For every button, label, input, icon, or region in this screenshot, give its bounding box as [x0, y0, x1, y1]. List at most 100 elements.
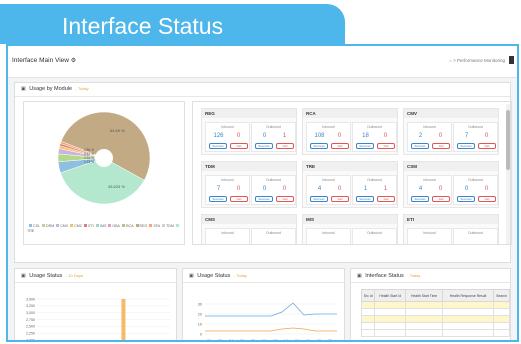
legend-item[interactable]: OBA — [106, 224, 120, 228]
success-button[interactable]: Success — [411, 143, 429, 149]
success-button[interactable]: Success — [310, 196, 328, 202]
module-card-tdm: TDM Inbound 7 0 Success Fail Outbound 0 0 Success… — [201, 161, 297, 208]
success-button[interactable]: Success — [356, 143, 374, 149]
legend-item[interactable]: IMS — [94, 224, 106, 228]
success-button[interactable]: Success — [255, 143, 273, 149]
outbound-label: Outbound — [367, 178, 382, 182]
module-card-cms: CMS Inbound Outbound — [201, 214, 297, 244]
legend-item[interactable]: CMC — [68, 224, 82, 228]
legend-item[interactable]: ETI — [82, 224, 94, 228]
fail-button[interactable]: Fail — [478, 143, 496, 149]
success-button[interactable]: Success — [356, 196, 374, 202]
column-header[interactable]: Src Id — [360, 289, 376, 302]
legend-swatch — [162, 224, 166, 227]
x-tick-label: 04 — [229, 339, 233, 342]
outbound-fail-count: 1 — [282, 133, 287, 139]
legend-swatch — [56, 224, 60, 227]
fail-button[interactable]: Fail — [276, 143, 294, 149]
legend-item[interactable]: REG — [134, 224, 147, 228]
gear-icon[interactable]: ⚙ — [71, 58, 76, 64]
x-tick-label: 02 — [218, 339, 222, 342]
legend-item[interactable]: RCA — [120, 224, 134, 228]
panel-icon: ▣ — [357, 273, 362, 279]
success-button[interactable]: Success — [209, 143, 227, 149]
module-card-rca: RCA Inbound 108 0 Success Fail Outbound 18 0 Succ… — [302, 108, 398, 155]
module-name: IMS — [303, 215, 397, 224]
legend-item[interactable]: DRM — [40, 224, 54, 228]
inbound-box: Inbound — [306, 228, 351, 244]
divider — [351, 282, 510, 283]
inbound-label: Inbound — [221, 178, 234, 182]
x-tick-label: 14 — [284, 339, 288, 342]
document-icon[interactable] — [509, 56, 514, 64]
fail-button[interactable]: Fail — [230, 196, 248, 202]
column-header[interactable]: Health Start Time — [405, 289, 444, 302]
column-header[interactable]: Health Response Result — [442, 289, 495, 302]
usage-10-days-bar-chart: 3,5003,2503,0002,7502,5002,2502,0001,750 — [26, 297, 170, 340]
y-tick-label: 20 — [198, 312, 202, 316]
dashboard-window: Interface Main View ⚙ ⌂ > Performance Mo… — [6, 44, 519, 342]
fail-button[interactable]: Fail — [432, 196, 450, 202]
legend-swatch — [135, 224, 139, 227]
fail-button[interactable]: Fail — [377, 196, 395, 202]
column-header[interactable]: Search — [493, 289, 510, 302]
legend-swatch — [95, 224, 99, 227]
legend-swatch — [108, 224, 112, 227]
module-card-reg: REG Inbound 126 0 Success Fail Outbound 0 1 Succe… — [201, 108, 297, 155]
fail-button[interactable]: Fail — [331, 143, 349, 149]
legend-swatch — [149, 224, 153, 227]
table-row[interactable] — [360, 308, 510, 316]
table-row[interactable] — [360, 322, 510, 330]
legend-label: OBA — [112, 224, 120, 228]
outbound-box: Outbound 18 0 Success Fail — [352, 122, 397, 152]
success-button[interactable]: Success — [457, 196, 475, 202]
outbound-box: Outbound 0 0 Success Fail — [251, 175, 296, 205]
y-tick-label: 2,250 — [26, 332, 35, 336]
table-row[interactable] — [360, 301, 510, 309]
fail-button[interactable]: Fail — [377, 143, 395, 149]
legend-item[interactable]: CMV — [54, 224, 68, 228]
inbound-label: Inbound — [423, 125, 436, 129]
table-row[interactable] — [360, 329, 510, 337]
legend-item[interactable]: CSL — [27, 224, 40, 228]
pie-hole — [95, 149, 113, 167]
x-tick-label: 18 — [306, 339, 310, 342]
outbound-label: Outbound — [367, 231, 382, 235]
success-button[interactable]: Success — [209, 196, 227, 202]
x-tick-label: 16 — [295, 339, 299, 342]
inbound-box: Inbound — [407, 228, 452, 244]
breadcrumb[interactable]: ⌂ > Performance Monitoring — [449, 58, 505, 63]
legend-item[interactable]: TDM — [160, 224, 174, 228]
fail-button[interactable]: Fail — [331, 196, 349, 202]
fail-button[interactable]: Fail — [432, 143, 450, 149]
inbound-box: Inbound 7 0 Success Fail — [205, 175, 250, 205]
column-header[interactable]: Health Start Id — [374, 289, 407, 302]
y-tick-label: 3,500 — [26, 297, 35, 301]
y-tick-label: 0 — [200, 332, 202, 336]
inbound-box: Inbound 108 0 Success Fail — [306, 122, 351, 152]
success-button[interactable]: Success — [255, 196, 273, 202]
success-button[interactable]: Success — [310, 143, 328, 149]
inbound-success-count: 4 — [317, 186, 322, 192]
scrollbar-thumb[interactable] — [506, 110, 510, 170]
module-card-tre: TRE Inbound 4 0 Success Fail Outbound 1 1 Success… — [302, 161, 398, 208]
outbound-label: Outbound — [468, 231, 483, 235]
fail-button[interactable]: Fail — [230, 143, 248, 149]
inbound-box: Inbound 126 0 Success Fail — [205, 122, 250, 152]
divider — [15, 96, 510, 97]
outbound-label: Outbound — [468, 178, 483, 182]
fail-button[interactable]: Fail — [478, 196, 496, 202]
table-row[interactable] — [360, 315, 510, 323]
inbound-fail-count: 0 — [236, 133, 241, 139]
home-icon[interactable]: ⌂ — [449, 58, 452, 63]
success-button[interactable]: Success — [457, 143, 475, 149]
pie-legend: CSL DRM CMV CMC ETI IMS OBA RCA REG SFA TDM TRE — [27, 224, 185, 234]
legend-swatch — [121, 224, 125, 227]
breadcrumb-current[interactable]: Performance Monitoring — [457, 58, 505, 63]
outbound-fail-count: 1 — [383, 186, 388, 192]
module-name: CMS — [202, 215, 296, 224]
fail-button[interactable]: Fail — [276, 196, 294, 202]
success-button[interactable]: Success — [411, 196, 429, 202]
legend-item[interactable]: SFA — [147, 224, 160, 228]
pie-label-small: 1.23 % — [84, 160, 94, 164]
